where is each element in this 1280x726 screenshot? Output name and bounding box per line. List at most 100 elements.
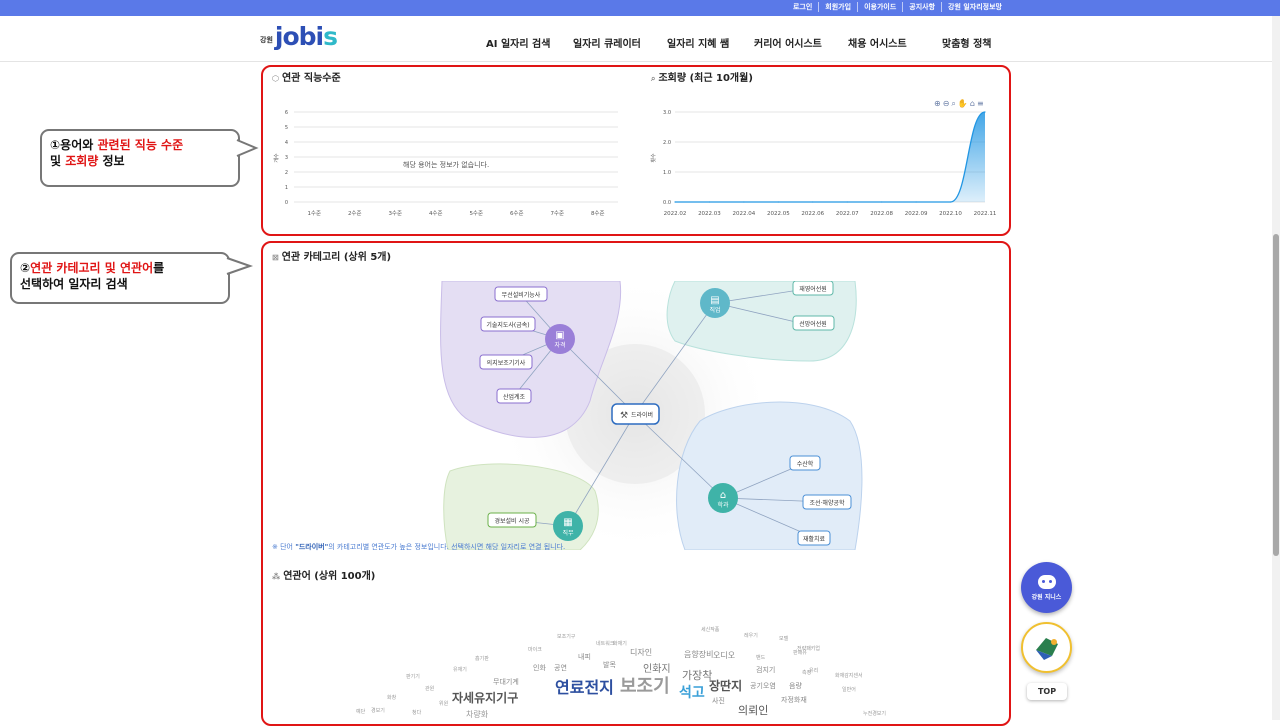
related-word[interactable]: 석고 xyxy=(679,686,705,700)
pan-icon[interactable]: ✋ xyxy=(958,99,968,109)
zoom-out-icon[interactable]: ⊖ xyxy=(943,99,950,109)
related-word[interactable]: 밴드 xyxy=(756,656,765,661)
related-word[interactable]: 화재기 xyxy=(613,642,627,647)
related-word[interactable]: 발목 xyxy=(603,662,616,669)
login-link[interactable]: 로그인 xyxy=(787,2,818,12)
related-word[interactable]: 공연 xyxy=(554,665,567,672)
leaf-qual-2[interactable]: 의지보조기기사 xyxy=(479,354,533,370)
related-word[interactable]: 보조기 xyxy=(620,678,670,696)
nav-career-assist[interactable]: 커리어 어시스트 xyxy=(754,35,822,50)
related-word[interactable]: 전략패키업 xyxy=(797,647,820,652)
magnifier-icon[interactable]: ⌕ xyxy=(951,99,955,109)
nav-hiring-assist[interactable]: 채용 어시스트 xyxy=(848,35,907,50)
view-x-tick: 2022.04 xyxy=(733,211,756,217)
related-word[interactable]: 일반어 xyxy=(842,688,856,693)
callout-skill-info: ①용어와 관련된 직능 수준 및 조회량 정보 xyxy=(40,129,240,187)
related-word[interactable]: 음향장비 xyxy=(684,651,713,659)
related-word[interactable]: 의뢰인 xyxy=(738,705,768,716)
related-word[interactable]: 누전경보기 xyxy=(863,712,886,717)
related-word[interactable]: 측정 xyxy=(802,671,811,676)
leaf-occ-0[interactable]: 재영어선원 xyxy=(792,281,834,296)
related-word[interactable]: 판기기 xyxy=(406,675,420,680)
related-word[interactable]: 인화지 xyxy=(643,665,671,675)
leaf-major-0[interactable]: 수산학 xyxy=(789,455,821,471)
related-word[interactable]: 보조기구 xyxy=(557,635,575,640)
related-word[interactable]: 사진 xyxy=(712,698,725,705)
related-word[interactable]: 청다 xyxy=(412,711,421,716)
skill-x-tick: 2수준 xyxy=(348,210,362,217)
related-word[interactable]: 화재감지센서 xyxy=(835,674,863,679)
related-word[interactable]: 모델 xyxy=(779,637,788,642)
notice-link[interactable]: 공지사항 xyxy=(902,2,941,12)
related-word[interactable]: 유재기 xyxy=(453,668,467,673)
page-scrollbar[interactable] xyxy=(1272,16,1280,720)
utility-links: 로그인 회원가입 이용가이드 공지사항 강원 일자리정보망 xyxy=(787,2,1008,12)
signup-link[interactable]: 회원가입 xyxy=(818,2,857,12)
home-icon[interactable]: ⌂ xyxy=(970,99,975,109)
view-data-point xyxy=(708,201,711,203)
leaf-qual-3[interactable]: 산업계조 xyxy=(496,388,532,404)
related-word[interactable]: 화창 xyxy=(387,696,396,701)
related-word[interactable]: 경보기 xyxy=(371,709,385,714)
view-data-point xyxy=(984,111,986,113)
related-word[interactable]: 무대기계 xyxy=(493,679,519,686)
hub-duty[interactable]: 직무 ▦ xyxy=(553,511,583,541)
leaf-major-2[interactable]: 재활치료 xyxy=(797,530,831,546)
zoom-in-icon[interactable]: ⊕ xyxy=(934,99,941,109)
related-word[interactable]: 세신작품 xyxy=(701,628,719,633)
svg-text:경보설비 시공: 경보설비 시공 xyxy=(494,517,530,525)
search-icon: ⌕ xyxy=(651,74,656,83)
related-word[interactable]: 오디오 xyxy=(713,652,735,660)
info-network-link[interactable]: 강원 일자리정보망 xyxy=(941,2,1008,12)
related-word[interactable]: 차량화 xyxy=(466,711,488,719)
hub-qualification[interactable]: 자격 ▣ xyxy=(545,324,575,354)
category-title: ⊠ 연관 카테고리 (상위 5개) xyxy=(272,252,392,263)
view-x-tick: 2022.05 xyxy=(767,211,790,217)
nav-custom-policy[interactable]: 맞춤형 정책 xyxy=(942,35,991,50)
hub-major[interactable]: 학과 ⌂ xyxy=(708,483,738,513)
site-logo[interactable]: 강원 jobis xyxy=(260,22,338,51)
related-word[interactable]: 네트워크 xyxy=(596,642,614,647)
related-word[interactable]: 예단 xyxy=(356,710,365,715)
leaf-qual-0[interactable]: 무선설비기능사 xyxy=(494,286,548,302)
related-word[interactable]: 디자인 xyxy=(630,649,652,657)
center-term-node[interactable]: ⚒ 드라이버 xyxy=(611,403,660,425)
leaf-occ-1[interactable]: 선망어선원 xyxy=(792,315,835,331)
nav-job-curator[interactable]: 일자리 큐레이터 xyxy=(573,35,641,50)
document-icon: ▦ xyxy=(563,517,572,528)
related-word[interactable]: 내피 xyxy=(578,654,591,661)
related-word[interactable]: 자세유지기구 xyxy=(452,692,518,704)
leaf-major-1[interactable]: 조선·해양공학 xyxy=(802,494,852,510)
menu-icon[interactable]: ≡ xyxy=(977,99,984,109)
nav-job-wisdom[interactable]: 일자리 지혜 쌤 xyxy=(667,35,729,50)
view-data-point xyxy=(846,201,848,203)
nav-ai-job-search[interactable]: AI 일자리 검색 xyxy=(486,35,550,50)
related-word[interactable]: 장딴지 xyxy=(709,680,742,692)
scroll-top-button[interactable]: TOP xyxy=(1027,683,1067,700)
related-word[interactable]: 위원 xyxy=(439,702,448,707)
scrollbar-thumb[interactable] xyxy=(1273,234,1279,556)
hub-occupation[interactable]: 직업 ▤ xyxy=(700,288,730,318)
related-word[interactable]: 음량 xyxy=(789,683,802,690)
related-word[interactable]: 인화 xyxy=(533,665,546,672)
related-word[interactable]: 관원 xyxy=(425,687,434,692)
related-word[interactable]: 레우기 xyxy=(744,634,758,639)
related-word[interactable]: 가장착 xyxy=(682,670,712,681)
related-word[interactable]: 자정화재 xyxy=(781,697,807,704)
related-word[interactable]: 마이크 xyxy=(528,648,542,653)
view-data-point xyxy=(674,201,676,203)
svg-text:산업계조: 산업계조 xyxy=(503,393,526,401)
view-count-chart: 0.0 1.0 2.0 3.0 횟수 2022.02 2022.03 2022.04 2022.… xyxy=(650,110,996,217)
related-word[interactable]: 검지기 xyxy=(756,667,775,674)
related-word[interactable]: 흡기판 xyxy=(475,657,489,662)
skill-x-tick: 3수준 xyxy=(388,210,402,217)
guide-link[interactable]: 이용가이드 xyxy=(857,2,902,12)
leaf-qual-1[interactable]: 기술지도사(금속) xyxy=(480,316,536,332)
related-word[interactable]: 공기오염 xyxy=(750,683,776,690)
jobis-emblem-button[interactable] xyxy=(1021,622,1072,673)
leaf-duty-0[interactable]: 경보설비 시공 xyxy=(487,512,537,528)
related-word[interactable]: 연료전지 xyxy=(555,680,614,696)
assistant-float-button[interactable]: 강원 지니스 xyxy=(1021,562,1072,613)
category-note: ※ 단어 "드라이버"의 카테고리별 연관도가 높은 정보입니다. 선택하시면 … xyxy=(272,543,566,551)
skill-x-tick: 7수준 xyxy=(550,210,564,217)
